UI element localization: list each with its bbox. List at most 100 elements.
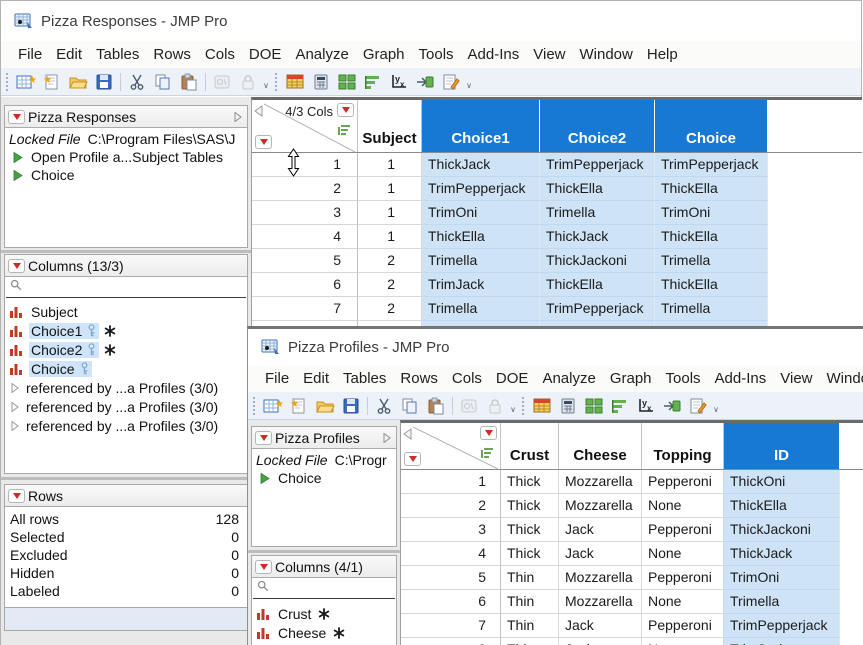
menu-tools[interactable]: Tools bbox=[412, 41, 461, 68]
column-item-choice1[interactable]: Choice1 bbox=[5, 321, 247, 340]
cell-cheese[interactable]: Mozzarella bbox=[559, 494, 642, 518]
cell-choice2[interactable]: Trimella bbox=[540, 201, 655, 225]
cell-choice[interactable]: ThickElla bbox=[655, 273, 768, 297]
calculator-icon[interactable] bbox=[556, 395, 580, 417]
data-table-icon[interactable] bbox=[283, 71, 307, 93]
cell-id[interactable]: TrimJack bbox=[724, 638, 840, 645]
row-number[interactable]: 8 bbox=[401, 638, 501, 645]
menu-tables[interactable]: Tables bbox=[89, 41, 146, 68]
menu-file[interactable]: File bbox=[258, 365, 296, 392]
collapse-panel-icon[interactable] bbox=[403, 427, 412, 445]
cell-id[interactable]: ThickJackoni bbox=[724, 518, 840, 542]
rows-menu-button[interactable] bbox=[255, 135, 272, 149]
menu-edit[interactable]: Edit bbox=[296, 365, 336, 392]
row-number[interactable]: 1 bbox=[252, 153, 358, 177]
lock-icon[interactable] bbox=[483, 395, 507, 417]
row-number[interactable]: 3 bbox=[252, 201, 358, 225]
column-header-choice2[interactable]: Choice2 bbox=[540, 100, 655, 152]
cell-id[interactable]: ThickJack bbox=[724, 542, 840, 566]
panel-splitter[interactable] bbox=[248, 550, 400, 553]
columns-panel-menu-button[interactable] bbox=[8, 259, 25, 273]
menu-graph[interactable]: Graph bbox=[603, 365, 659, 392]
cell-choice1[interactable]: TrimOni bbox=[422, 201, 540, 225]
cell-id[interactable]: Trimella bbox=[724, 590, 840, 614]
row-number[interactable]: 6 bbox=[401, 590, 501, 614]
profiles-titlebar[interactable]: Pizza Profiles - JMP Pro bbox=[248, 329, 863, 365]
menu-cols[interactable]: Cols bbox=[445, 365, 489, 392]
column-header-subject[interactable]: Subject bbox=[358, 100, 422, 152]
cell-choice1[interactable]: ThickElla bbox=[422, 225, 540, 249]
cell-topping[interactable]: Pepperoni bbox=[642, 518, 724, 542]
join-icon[interactable] bbox=[413, 71, 437, 93]
collapse-panel-icon[interactable] bbox=[254, 104, 263, 122]
menu-addins[interactable]: Add-Ins bbox=[708, 365, 774, 392]
profiles-table-panel-header[interactable]: Pizza Profiles bbox=[252, 427, 396, 449]
row-order-icon[interactable] bbox=[337, 123, 351, 141]
cell-subject[interactable]: 1 bbox=[358, 201, 422, 225]
row-number[interactable]: 7 bbox=[401, 614, 501, 638]
cell-cheese[interactable]: Mozzarella bbox=[559, 470, 642, 494]
cell-topping[interactable]: None bbox=[642, 542, 724, 566]
row-number[interactable]: 6 bbox=[252, 273, 358, 297]
menu-doe[interactable]: DOE bbox=[242, 41, 289, 68]
cell-crust[interactable]: Thin bbox=[501, 638, 559, 645]
cell-topping[interactable]: Pepperoni bbox=[642, 614, 724, 638]
lock-icon[interactable] bbox=[236, 71, 260, 93]
columns-search-input[interactable] bbox=[253, 578, 395, 599]
toolbar-overflow-icon[interactable]: ∨ bbox=[508, 397, 518, 415]
cell-id[interactable]: ThickElla bbox=[724, 494, 840, 518]
menu-help[interactable]: Help bbox=[640, 41, 685, 68]
tile-windows-icon[interactable] bbox=[582, 395, 606, 417]
cell-id[interactable]: ThickOni bbox=[724, 470, 840, 494]
cut-icon[interactable] bbox=[125, 71, 149, 93]
cell-crust[interactable]: Thin bbox=[501, 614, 559, 638]
cell-choice[interactable]: Trimella bbox=[655, 249, 768, 273]
cell-subject[interactable]: 2 bbox=[358, 249, 422, 273]
toolbar-overflow-icon[interactable]: ∨ bbox=[261, 73, 271, 91]
fit-y-by-x-icon[interactable]: yx bbox=[387, 71, 411, 93]
menu-doe[interactable]: DOE bbox=[489, 365, 536, 392]
table-script-open-profile-a-subject-tables[interactable]: Open Profile a...Subject Tables bbox=[5, 148, 247, 166]
cell-topping[interactable]: Pepperoni bbox=[642, 470, 724, 494]
toolbar-overflow-icon[interactable]: ∨ bbox=[711, 397, 721, 415]
menu-edit[interactable]: Edit bbox=[49, 41, 89, 68]
table-panel-menu-button[interactable] bbox=[255, 431, 272, 445]
row-number[interactable]: 1 bbox=[401, 470, 501, 494]
menu-file[interactable]: File bbox=[11, 41, 49, 68]
menu-tables[interactable]: Tables bbox=[336, 365, 393, 392]
cell-id[interactable]: TrimOni bbox=[724, 566, 840, 590]
cell-cheese[interactable]: Mozzarella bbox=[559, 590, 642, 614]
cell-topping[interactable]: None bbox=[642, 638, 724, 645]
cell-subject[interactable]: 1 bbox=[358, 177, 422, 201]
new-script-icon[interactable] bbox=[439, 71, 463, 93]
column-group-item[interactable]: referenced by ...a Profiles (3/0) bbox=[5, 416, 247, 435]
columns-menu-button[interactable] bbox=[337, 103, 354, 117]
cell-crust[interactable]: Thick bbox=[501, 542, 559, 566]
cell-choice2[interactable]: ThickElla bbox=[540, 177, 655, 201]
cell-crust[interactable]: Thin bbox=[501, 590, 559, 614]
menu-cols[interactable]: Cols bbox=[198, 41, 242, 68]
cell-choice1[interactable]: TrimPepperjack bbox=[422, 177, 540, 201]
toolbar-grip[interactable] bbox=[6, 73, 11, 91]
cell-choice1[interactable]: ThickJack bbox=[422, 153, 540, 177]
run-script-icon[interactable] bbox=[210, 71, 234, 93]
column-group-item[interactable]: referenced by ...a Profiles (3/0) bbox=[5, 397, 247, 416]
new-script-icon[interactable] bbox=[686, 395, 710, 417]
paste-icon[interactable] bbox=[177, 71, 201, 93]
columns-panel-menu-button[interactable] bbox=[255, 560, 272, 574]
table-script-choice[interactable]: Choice bbox=[5, 166, 247, 184]
column-header-id[interactable]: ID bbox=[724, 423, 840, 469]
cell-crust[interactable]: Thin bbox=[501, 566, 559, 590]
data-table-icon[interactable] bbox=[530, 395, 554, 417]
cell-choice[interactable]: ThickElla bbox=[655, 177, 768, 201]
cell-choice[interactable]: TrimOni bbox=[655, 201, 768, 225]
cell-subject[interactable]: 2 bbox=[358, 297, 422, 321]
join-icon[interactable] bbox=[660, 395, 684, 417]
graph-builder-icon[interactable] bbox=[361, 71, 385, 93]
rows-panel-menu-button[interactable] bbox=[8, 489, 25, 503]
cell-crust[interactable]: Thick bbox=[501, 470, 559, 494]
toolbar-grip[interactable] bbox=[522, 397, 527, 415]
cell-choice2[interactable]: TrimPepperjack bbox=[540, 297, 655, 321]
new-data-table-icon[interactable]: ★ bbox=[261, 395, 285, 417]
cell-topping[interactable]: None bbox=[642, 590, 724, 614]
